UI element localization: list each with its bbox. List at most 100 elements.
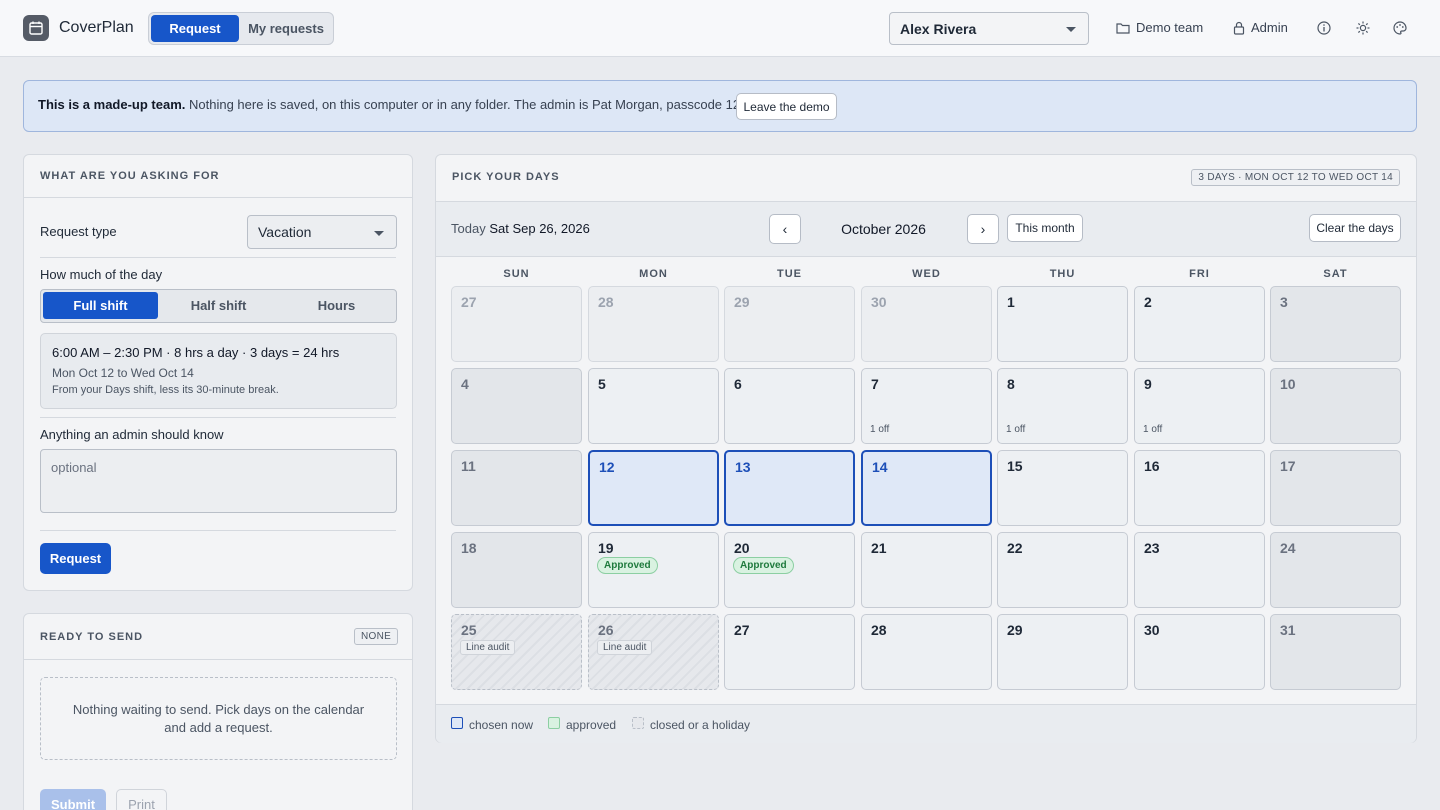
calendar-day[interactable]: 16 xyxy=(1134,450,1265,526)
calendar-day[interactable]: 12 xyxy=(588,450,719,526)
calendar-day[interactable]: 20 Approved xyxy=(724,532,855,608)
request-button[interactable]: Request xyxy=(40,543,111,574)
calendar-day[interactable]: 29 xyxy=(724,286,855,362)
clear-days-button[interactable]: Clear the days xyxy=(1309,214,1401,242)
day-number: 6 xyxy=(734,376,742,392)
calendar-day[interactable]: 19 Approved xyxy=(588,532,719,608)
day-number: 28 xyxy=(871,622,887,638)
weekday-header: TUE xyxy=(777,268,802,280)
tab-request[interactable]: Request xyxy=(151,15,239,42)
option-hours[interactable]: Hours xyxy=(279,292,394,319)
leave-demo-button[interactable]: Leave the demo xyxy=(736,93,837,120)
calendar-day[interactable]: 8 1 off xyxy=(997,368,1128,444)
calendar-day[interactable]: 1 xyxy=(997,286,1128,362)
calendar-day[interactable]: 10 xyxy=(1270,368,1401,444)
lock-icon xyxy=(1233,21,1245,35)
calendar-day[interactable]: 27 xyxy=(724,614,855,690)
calendar-day[interactable]: 7 1 off xyxy=(861,368,992,444)
empty-queue-message: Nothing waiting to send. Pick days on th… xyxy=(40,677,397,760)
banner-body-text: Nothing here is saved, on this computer … xyxy=(185,97,759,112)
tab-my-requests[interactable]: My requests xyxy=(241,15,331,42)
weekday-header: WED xyxy=(912,268,941,280)
calendar-day[interactable]: 22 xyxy=(997,532,1128,608)
user-select[interactable]: Alex Rivera xyxy=(889,12,1089,45)
day-number: 27 xyxy=(461,294,477,310)
calendar-day[interactable]: 4 xyxy=(451,368,582,444)
calendar-day[interactable]: 29 xyxy=(997,614,1128,690)
user-select-value: Alex Rivera xyxy=(900,20,977,37)
sun-icon[interactable] xyxy=(1356,21,1370,35)
day-number: 16 xyxy=(1144,458,1160,474)
request-panel: WHAT ARE YOU ASKING FOR Request type Vac… xyxy=(23,154,413,591)
calendar-day[interactable]: 11 xyxy=(451,450,582,526)
day-number: 27 xyxy=(734,622,750,638)
calendar-app-icon xyxy=(23,15,49,41)
folder-icon xyxy=(1116,22,1130,34)
calendar-day[interactable]: 13 xyxy=(724,450,855,526)
calendar-day[interactable]: 17 xyxy=(1270,450,1401,526)
banner-text: This is a made-up team. Nothing here is … xyxy=(38,97,758,112)
closed-reason-tag: Line audit xyxy=(597,640,653,655)
calendar-day[interactable]: 6 xyxy=(724,368,855,444)
calendar-day[interactable]: 9 1 off xyxy=(1134,368,1265,444)
request-panel-title: WHAT ARE YOU ASKING FOR xyxy=(40,170,220,182)
admin-link[interactable]: Admin xyxy=(1233,20,1288,35)
day-number: 13 xyxy=(735,459,751,475)
calendar-day[interactable]: 24 xyxy=(1270,532,1401,608)
divider xyxy=(40,530,396,531)
calendar-day[interactable]: 14 xyxy=(861,450,992,526)
day-number: 30 xyxy=(871,294,887,310)
legend-closed-swatch xyxy=(632,717,644,729)
calendar-day[interactable]: 28 xyxy=(861,614,992,690)
palette-icon[interactable] xyxy=(1393,21,1407,35)
ready-panel-title: READY TO SEND xyxy=(40,631,144,643)
day-number: 31 xyxy=(1280,622,1296,638)
off-count: 1 off xyxy=(1006,424,1026,435)
day-number: 4 xyxy=(461,376,469,392)
option-full-shift[interactable]: Full shift xyxy=(43,292,158,319)
calendar-day[interactable]: 23 xyxy=(1134,532,1265,608)
request-type-select[interactable]: Vacation xyxy=(247,215,397,249)
print-button[interactable]: Print xyxy=(116,789,167,810)
calendar-day[interactable]: 21 xyxy=(861,532,992,608)
team-link[interactable]: Demo team xyxy=(1116,20,1203,35)
day-number: 30 xyxy=(1144,622,1160,638)
note-textarea[interactable]: optional xyxy=(40,449,397,513)
calendar-day[interactable]: 25 Line audit xyxy=(451,614,582,690)
day-number: 14 xyxy=(872,459,888,475)
calendar-day[interactable]: 2 xyxy=(1134,286,1265,362)
calendar-day[interactable]: 28 xyxy=(588,286,719,362)
option-half-shift[interactable]: Half shift xyxy=(161,292,276,319)
approved-badge: Approved xyxy=(597,557,658,574)
summary-note: From your Days shift, less its 30-minute… xyxy=(52,384,279,396)
calendar-day[interactable]: 18 xyxy=(451,532,582,608)
info-icon[interactable] xyxy=(1317,21,1331,35)
day-number: 24 xyxy=(1280,540,1296,556)
prev-month-button[interactable]: ‹ xyxy=(769,214,801,244)
chevron-down-icon xyxy=(374,231,384,236)
weekday-header: FRI xyxy=(1189,268,1210,280)
calendar-day[interactable]: 15 xyxy=(997,450,1128,526)
submit-button[interactable]: Submit xyxy=(40,789,106,810)
calendar-day[interactable]: 31 xyxy=(1270,614,1401,690)
calendar-day[interactable]: 26 Line audit xyxy=(588,614,719,690)
next-month-button[interactable]: › xyxy=(967,214,999,244)
calendar-day[interactable]: 30 xyxy=(861,286,992,362)
day-number: 17 xyxy=(1280,458,1296,474)
this-month-button[interactable]: This month xyxy=(1007,214,1083,242)
month-title: October 2026 xyxy=(841,221,926,237)
legend-chosen-swatch xyxy=(451,717,463,729)
day-number: 7 xyxy=(871,376,879,392)
app-title: CoverPlan xyxy=(59,19,134,36)
calendar-day[interactable]: 3 xyxy=(1270,286,1401,362)
calendar-day[interactable]: 27 xyxy=(451,286,582,362)
demo-banner: This is a made-up team. Nothing here is … xyxy=(23,80,1417,132)
calendar-day[interactable]: 5 xyxy=(588,368,719,444)
day-number: 22 xyxy=(1007,540,1023,556)
calendar-day[interactable]: 30 xyxy=(1134,614,1265,690)
day-number: 26 xyxy=(598,622,614,638)
top-bar: CoverPlan Request My requests Alex River… xyxy=(0,0,1440,57)
calendar-panel: PICK YOUR DAYS 3 DAYS · MON OCT 12 TO WE… xyxy=(435,154,1417,743)
today-value: Sat Sep 26, 2026 xyxy=(489,221,590,236)
day-number: 21 xyxy=(871,540,887,556)
